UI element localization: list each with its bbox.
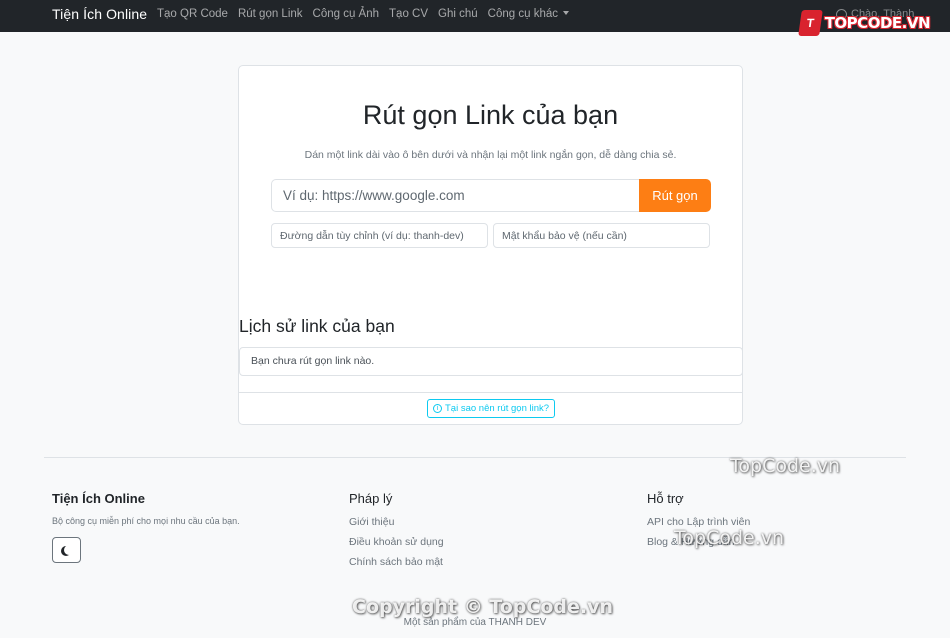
footer-link-privacy[interactable]: Chính sách bảo mật: [349, 556, 444, 568]
footer-legal-column: Pháp lý Giới thiệu Điều khoản sử dụng Ch…: [349, 491, 444, 576]
nav-link-notes[interactable]: Ghi chú: [438, 8, 478, 20]
footer-brand-description: Bộ công cụ miễn phí cho mọi nhu cầu của …: [52, 516, 240, 526]
page-title: Rút gọn Link của bạn: [362, 100, 619, 130]
watermark: TopCode.vn: [674, 527, 785, 549]
password-input[interactable]: [493, 223, 710, 248]
topcode-logo: T TOPCODE.VN: [798, 10, 931, 36]
nav-link-shorten-url[interactable]: Rút gọn Link: [238, 8, 303, 20]
nav-link-create-cv[interactable]: Tạo CV: [389, 8, 428, 20]
why-shorten-label: Tại sao nên rút gọn link?: [445, 403, 550, 414]
url-input-group: Rút gọn: [271, 179, 711, 212]
shortener-card: Rút gọn Link của bạn Dán một link dài và…: [238, 65, 743, 425]
topcode-logo-text: TOPCODE.VN: [824, 14, 931, 32]
footer-legal-title: Pháp lý: [349, 491, 393, 506]
watermark: TopCode.vn: [730, 455, 841, 477]
footer-brand-column: Tiện Ích Online Bộ công cụ miễn phí cho …: [52, 491, 240, 526]
watermark: Copyright © TopCode.vn: [352, 596, 614, 618]
theme-toggle-button[interactable]: [52, 537, 81, 563]
footer-link-about[interactable]: Giới thiệu: [349, 516, 444, 528]
nav-link-qr-code[interactable]: Tạo QR Code: [157, 8, 228, 20]
caret-down-icon: [563, 11, 569, 15]
footer-copyright: Một sản phẩm của THANH DEV: [403, 617, 547, 628]
topcode-logo-mark: T: [798, 10, 823, 36]
nav-dropdown-other-tools[interactable]: Công cụ khác: [488, 8, 569, 20]
shorten-button[interactable]: Rút gọn: [639, 179, 711, 212]
card-footer: i Tại sao nên rút gọn link?: [239, 392, 742, 425]
history-empty-message: Bạn chưa rút gọn link nào.: [239, 347, 743, 376]
page-subtitle: Dán một link dài vào ô bên dưới và nhận …: [304, 149, 677, 161]
custom-slug-input[interactable]: [271, 223, 488, 248]
long-url-input[interactable]: [271, 179, 639, 212]
footer-brand-title: Tiện Ích Online: [52, 491, 145, 506]
nav-dropdown-label: Công cụ khác: [487, 8, 558, 20]
footer-link-terms[interactable]: Điều khoản sử dụng: [349, 536, 444, 548]
top-navbar: Tiện Ích Online Tạo QR Code Rút gọn Link…: [0, 0, 950, 36]
navbar-brand[interactable]: Tiện Ích Online: [52, 6, 147, 22]
why-shorten-button[interactable]: i Tại sao nên rút gọn link?: [427, 399, 556, 418]
moon-icon: [64, 545, 74, 555]
history-title: Lịch sử link của bạn: [239, 316, 395, 336]
footer-support-title: Hỗ trợ: [647, 491, 684, 506]
info-icon: i: [433, 404, 442, 413]
nav-link-image-tools[interactable]: Công cụ Ảnh: [313, 8, 380, 20]
nav-links: Tạo QR Code Rút gọn Link Công cụ Ảnh Tạo…: [157, 8, 579, 20]
